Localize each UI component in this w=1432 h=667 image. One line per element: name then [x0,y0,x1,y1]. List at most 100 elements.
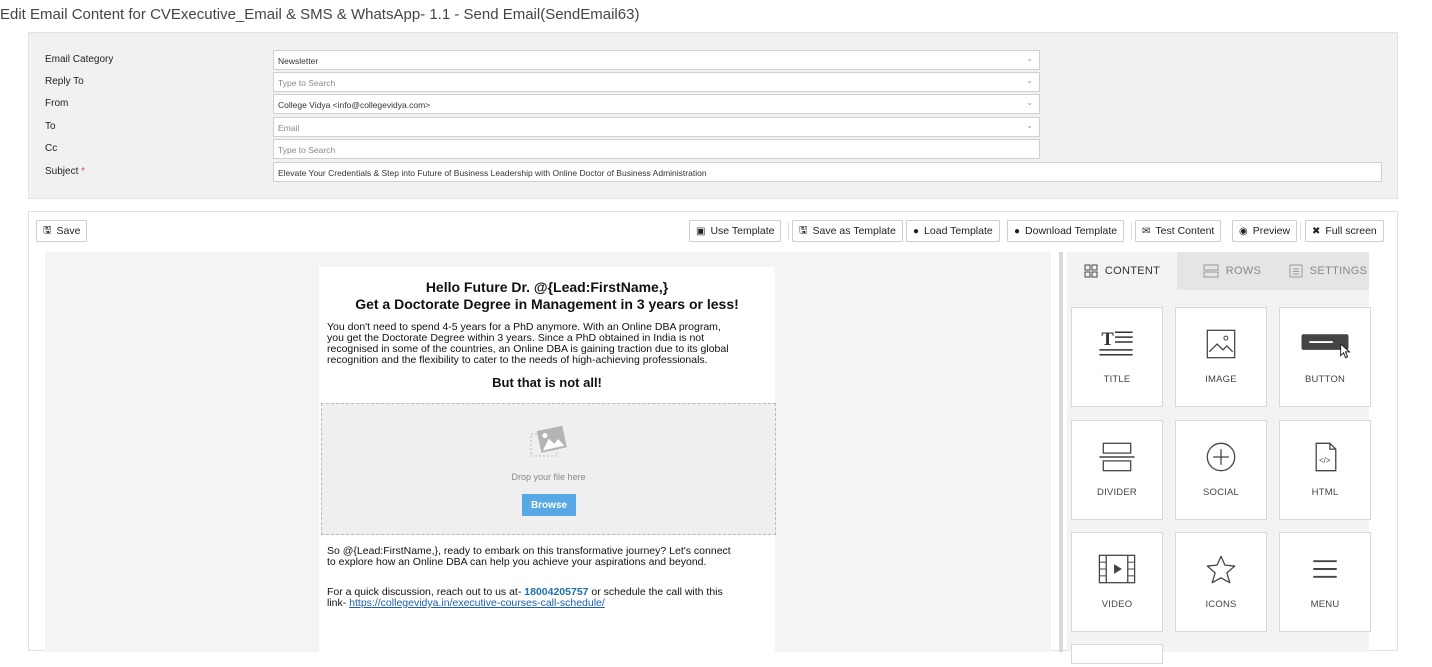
tile-icons-label: ICONS [1205,599,1237,610]
toolbar-divider [1300,222,1301,240]
paragraph-line: to explore how an Online DBA can help yo… [327,556,707,568]
to-select[interactable]: Email ⌄ [273,117,1040,137]
social-icon [1206,442,1236,472]
chevron-down-icon: ⌄ [1026,76,1033,85]
cc-placeholder: Type to Search [278,145,336,155]
email-category-label: Email Category [45,54,114,65]
divider-icon [1099,442,1135,472]
toolbar-divider [788,222,789,240]
rows-icon [1203,264,1219,278]
required-mark: * [81,166,86,177]
reply-to-placeholder: Type to Search [278,78,336,88]
full-screen-button[interactable]: ✖ Full screen [1305,220,1384,242]
tile-divider[interactable]: DIVIDER [1071,420,1163,520]
save-icon: 🖫 [799,224,808,236]
toolbar-divider [1131,222,1132,240]
tile-divider-label: DIVIDER [1097,487,1137,498]
template-icon: ▣ [696,225,706,237]
panel-splitter[interactable] [1059,252,1063,652]
eye-icon: ◉ [1239,225,1248,237]
tile-video-label: VIDEO [1101,599,1133,610]
email-paragraph-3[interactable]: For a quick discussion, reach out to us … [319,587,775,609]
save-as-template-button[interactable]: 🖫 Save as Template [792,220,903,242]
from-select[interactable]: College Vidya <info@collegevidya.com> ⌄ [273,94,1040,114]
email-paragraph-1[interactable]: You don't need to spend 4-5 years for a … [319,322,775,366]
save-button-label: Save [56,225,81,237]
subject-label: Subject * [45,166,85,177]
image-icon [1206,329,1236,359]
save-button[interactable]: 🖫 Save [36,220,88,242]
tab-content[interactable]: CONTENT [1067,252,1177,290]
svg-text:T: T [1101,329,1114,350]
use-template-label: Use Template [710,225,775,237]
tile-title-label: TITLE [1103,374,1131,385]
paragraph-line: link- https://collegevidya.in/executive-… [319,598,775,609]
cc-label: Cc [45,143,58,154]
builder-side-panel: CONTENT ROWS SETTINGS T TITLE IMAGE BUTT… [1067,252,1371,664]
tile-html-label: HTML [1311,487,1339,498]
image-drop-zone[interactable]: Drop your file here Browse [321,403,776,535]
reply-to-select[interactable]: Type to Search ⌄ [273,72,1040,92]
paragraph-text: or schedule the call with this [588,586,723,598]
tile-button-label: BUTTON [1304,374,1346,385]
tab-rows-label: ROWS [1225,265,1262,277]
tile-more[interactable] [1071,644,1163,664]
tile-menu[interactable]: MENU [1279,532,1371,632]
subject-value: Elevate Your Credentials & Step into Fut… [278,168,707,178]
image-placeholder-icon [530,425,567,457]
settings-list-icon [1289,264,1303,278]
use-template-button[interactable]: ▣ Use Template [689,220,782,242]
tile-button[interactable]: BUTTON [1279,307,1371,407]
chevron-down-icon: ⌄ [1026,54,1033,63]
email-body: Hello Future Dr. @{Lead:FirstName,} Get … [319,267,776,667]
tab-settings-label: SETTINGS [1309,265,1368,277]
save-as-template-label: Save as Template [812,225,896,237]
load-icon: ● [913,225,920,237]
chevron-down-icon: ⌄ [1026,98,1033,107]
tile-title[interactable]: T TITLE [1071,307,1163,407]
drop-file-text: Drop your file here [511,472,586,482]
email-paragraph-2[interactable]: So @{Lead:FirstName,}, ready to embark o… [319,546,775,568]
download-template-label: Download Template [1025,225,1118,237]
tile-video[interactable]: VIDEO [1071,532,1163,632]
subject-label-text: Subject [45,166,79,177]
email-settings-form: Email Category Newsletter ⌄ Reply To Typ… [28,32,1398,199]
html-icon: </> [1315,442,1337,472]
save-icon: 🖫 [43,224,52,236]
page-title: Edit Email Content for CVExecutive_Email… [0,6,640,23]
paragraph-text: link- [327,597,350,609]
tile-social-label: SOCIAL [1202,487,1240,498]
tile-icons[interactable]: ICONS [1175,532,1267,632]
to-placeholder: Email [278,123,300,133]
svg-text:</>: </> [1319,456,1331,465]
load-template-button[interactable]: ● Load Template [906,220,1000,242]
tile-image-label: IMAGE [1205,374,1237,385]
grid-icon [1084,264,1098,278]
browse-button[interactable]: Browse [522,494,576,516]
download-template-button[interactable]: ● Download Template [1007,220,1125,242]
load-template-label: Load Template [924,225,993,237]
tab-settings[interactable]: SETTINGS [1287,252,1369,290]
test-content-button[interactable]: ✉ Test Content [1135,220,1222,242]
email-canvas: Hello Future Dr. @{Lead:FirstName,} Get … [45,252,1051,667]
preview-button[interactable]: ◉ Preview [1232,220,1298,242]
test-content-label: Test Content [1155,225,1215,237]
tile-image[interactable]: IMAGE [1175,307,1267,407]
tile-html[interactable]: </> HTML [1279,420,1371,520]
paragraph-line: recognition and the flexibility to cater… [327,354,708,366]
button-icon [1301,334,1351,359]
tab-rows[interactable]: ROWS [1177,252,1287,290]
subject-input[interactable]: Elevate Your Credentials & Step into Fut… [273,162,1382,182]
video-icon [1098,554,1136,584]
email-heading-2[interactable]: Get a Doctorate Degree in Management in … [319,296,775,313]
email-heading-3[interactable]: But that is not all! [319,374,775,391]
tab-content-label: CONTENT [1104,265,1161,277]
cc-input[interactable]: Type to Search [273,139,1040,159]
email-category-select[interactable]: Newsletter ⌄ [273,50,1040,70]
tile-social[interactable]: SOCIAL [1175,420,1267,520]
preview-label: Preview [1252,225,1291,237]
tile-menu-label: MENU [1310,599,1340,610]
schedule-call-link[interactable]: https://collegevidya.in/executive-course… [349,597,605,609]
email-heading-1[interactable]: Hello Future Dr. @{Lead:FirstName,} [319,279,775,296]
to-label: To [45,121,56,132]
